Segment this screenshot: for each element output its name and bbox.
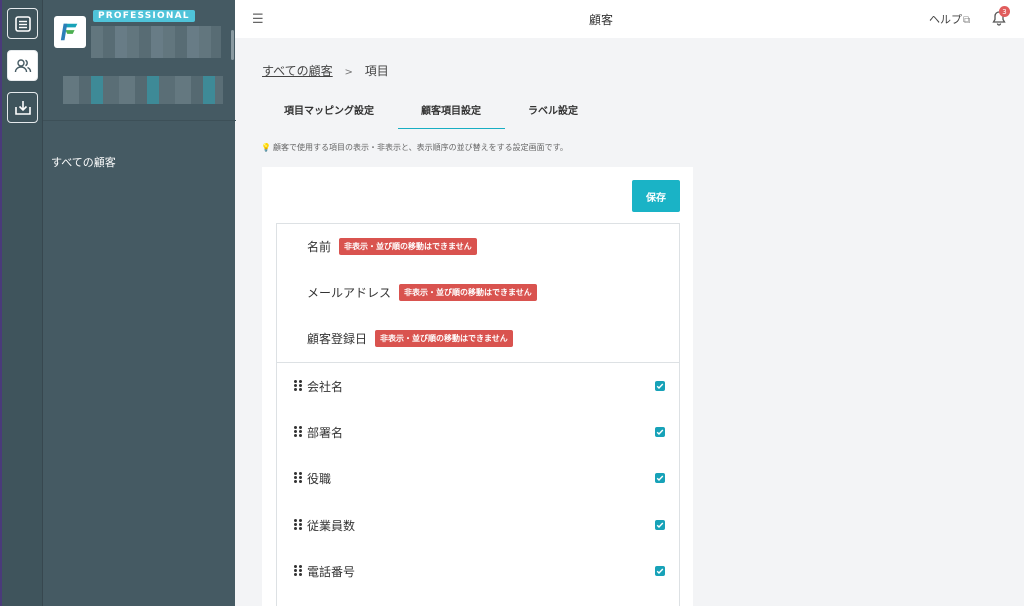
sidebar-item-all-customers[interactable]: すべての顧客 [51, 154, 116, 170]
download-tray-icon[interactable] [7, 92, 38, 123]
field-name: 従業員数 [307, 518, 356, 533]
field-name: 会社名 [307, 379, 344, 394]
locked-badge: 非表示・並び順の移動はできません [399, 284, 537, 301]
visibility-checkbox[interactable] [655, 381, 665, 391]
drag-handle-icon[interactable] [294, 565, 302, 577]
customers-icon[interactable] [7, 50, 38, 81]
help-label: ヘルプ [929, 13, 962, 26]
settings-hint: 💡 顧客で使用する項目の表示・非表示と、表示順序の並び替えをする設定画面です。 [261, 142, 568, 153]
field-name: 部署名 [307, 425, 344, 440]
icon-rail [0, 0, 42, 606]
fixed-field-name: 顧客登録日 [307, 332, 368, 346]
field-name: 電話番号 [307, 564, 356, 579]
breadcrumb-separator: > [344, 67, 353, 78]
page-title: 顧客 [589, 13, 614, 27]
redacted-account-name [91, 26, 221, 58]
list-item[interactable]: 会社名 [294, 376, 666, 396]
external-link-icon: ⧉ [963, 15, 971, 26]
fixed-field-name: メールアドレス [307, 286, 392, 300]
lightbulb-icon: 💡 [261, 143, 271, 152]
fixed-field-row: 名前 非表示・並び順の移動はできません [307, 238, 477, 255]
fixed-field-name: 名前 [307, 240, 332, 254]
fixed-field-row: 顧客登録日 非表示・並び順の移動はできません [307, 330, 513, 347]
sidebar-divider [43, 120, 236, 121]
menu-icon[interactable]: ☰ [252, 12, 264, 27]
drag-handle-icon[interactable] [294, 380, 302, 392]
visibility-checkbox[interactable] [655, 566, 665, 576]
tab-field-mapping[interactable]: 項目マッピング設定 [284, 102, 374, 117]
list-item[interactable]: 電話番号 [294, 561, 666, 581]
list-icon[interactable] [7, 8, 38, 39]
list-item[interactable]: 従業員数 [294, 515, 666, 535]
locked-badge: 非表示・並び順の移動はできません [339, 238, 477, 255]
list-item[interactable]: 役職 [294, 468, 666, 488]
sidebar: PROFESSIONAL すべての顧客 [42, 0, 236, 606]
sidebar-scrollbar[interactable] [231, 30, 234, 60]
breadcrumb-all-customers[interactable]: すべての顧客 [262, 64, 333, 78]
drag-handle-icon[interactable] [294, 426, 302, 438]
breadcrumb-current: 項目 [364, 64, 389, 78]
field-name: 役職 [307, 471, 332, 486]
plan-badge: PROFESSIONAL [93, 10, 195, 22]
drag-handle-icon[interactable] [294, 472, 302, 484]
visibility-checkbox[interactable] [655, 427, 665, 437]
drag-handle-icon[interactable] [294, 519, 302, 531]
tab-label-settings[interactable]: ラベル設定 [528, 102, 578, 117]
app-logo[interactable] [54, 16, 86, 48]
fixed-field-row: メールアドレス 非表示・並び順の移動はできません [307, 284, 537, 301]
save-button[interactable]: 保存 [632, 180, 680, 212]
active-tab-indicator [398, 128, 505, 129]
help-link[interactable]: ヘルプ⧉ [929, 11, 970, 27]
breadcrumb: すべての顧客 > 項目 [262, 62, 389, 79]
notification-count-badge: 3 [999, 6, 1010, 17]
fixed-fields-divider [276, 362, 680, 363]
settings-hint-text: 顧客で使用する項目の表示・非表示と、表示順序の並び替えをする設定画面です。 [272, 143, 568, 152]
visibility-checkbox[interactable] [655, 520, 665, 530]
visibility-checkbox[interactable] [655, 473, 665, 483]
list-item[interactable]: 部署名 [294, 422, 666, 442]
top-bar: ☰ 顧客 ヘルプ⧉ 3 [235, 0, 1024, 38]
redacted-workspace-info [63, 76, 223, 104]
tab-customer-fields[interactable]: 顧客項目設定 [421, 102, 481, 117]
field-list [276, 223, 680, 606]
locked-badge: 非表示・並び順の移動はできません [375, 330, 513, 347]
